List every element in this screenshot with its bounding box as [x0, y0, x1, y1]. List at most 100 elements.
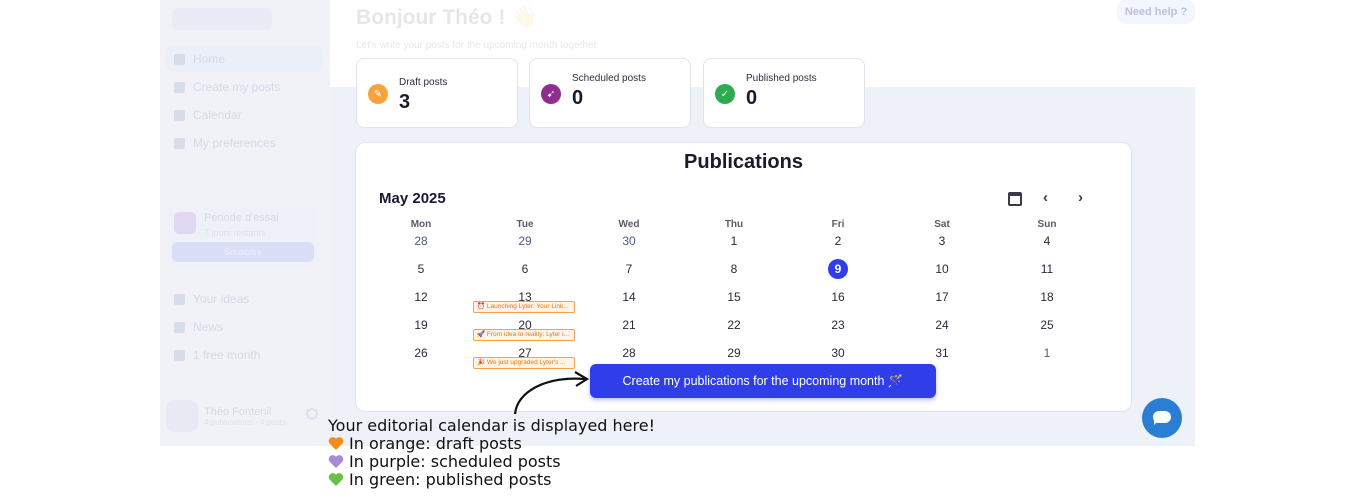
stat-value: 0	[572, 87, 584, 109]
annotation-line: Your editorial calendar is displayed her…	[328, 416, 655, 435]
calendar-day[interactable]: 30	[609, 233, 649, 249]
user-subtitle: 4 publications · 4 posts	[204, 417, 286, 427]
stat-card-scheduled: ➹ Scheduled posts 0	[529, 58, 691, 128]
draft-post-event[interactable]: 🎉 We just upgraded Lyter's ...	[473, 357, 575, 369]
weekday-header: Fri	[831, 219, 845, 230]
sidebar-item-ideas[interactable]: Your ideas	[166, 286, 322, 312]
avatar	[166, 400, 198, 432]
user-profile[interactable]: Théo Fontenil 4 publications · 4 posts	[166, 394, 322, 438]
calendar-day[interactable]: 2	[818, 233, 858, 249]
user-name: Théo Fontenil	[204, 405, 272, 418]
calendar-day[interactable]: 19	[401, 317, 441, 333]
weekday-header: Tue	[516, 219, 534, 230]
sidebar-item-create-posts[interactable]: Create my posts	[166, 74, 322, 100]
panel-title: Publications	[684, 151, 803, 173]
annotation-purple: In purple: scheduled posts	[328, 452, 561, 471]
annotation-text: In orange: draft posts	[349, 434, 522, 453]
calendar-day[interactable]: 1	[714, 233, 754, 249]
annotation-text: In green: published posts	[349, 470, 552, 489]
weekday-header: Mon	[410, 219, 432, 230]
calendar-day[interactable]: 7	[609, 261, 649, 277]
calendar-icon	[174, 109, 185, 121]
draft-post-event[interactable]: ⏰ Launching Lyter: Your Link...	[473, 301, 575, 313]
calendar-day[interactable]: 26	[401, 345, 441, 361]
purple-heart-icon	[328, 455, 344, 468]
calendar-day[interactable]: 18	[1027, 289, 1067, 305]
chat-button[interactable]	[1142, 398, 1182, 438]
logo	[172, 8, 272, 30]
lightbulb-icon	[174, 293, 185, 305]
stat-label: Scheduled posts	[572, 73, 646, 84]
calendar-day[interactable]: 31	[922, 345, 962, 361]
green-heart-icon	[328, 473, 344, 486]
calendar-day[interactable]: 15	[714, 289, 754, 305]
gift-icon	[174, 349, 185, 361]
chevron-right-icon[interactable]: ›	[1078, 189, 1083, 206]
sidebar-item-label: 1 free month	[193, 348, 261, 362]
sidebar-item-label: Your ideas	[193, 292, 250, 306]
sidebar: Home Create my posts Calendar My prefere…	[160, 0, 330, 446]
calendar-day[interactable]: 30	[818, 345, 858, 361]
gear-icon[interactable]	[306, 408, 318, 420]
news-icon	[174, 321, 185, 333]
trial-title: Période d'essai	[204, 212, 279, 224]
draft-post-event[interactable]: 🚀 From idea to reality: Lyter i...	[473, 329, 575, 341]
calendar-day[interactable]: 8	[714, 261, 754, 277]
calendar-day[interactable]: 24	[922, 317, 962, 333]
calendar-day[interactable]: 28	[401, 233, 441, 249]
calendar-day[interactable]: 29	[714, 345, 754, 361]
sidebar-item-calendar[interactable]: Calendar	[166, 102, 322, 128]
calendar-day[interactable]: 25	[1027, 317, 1067, 333]
orange-heart-icon	[328, 437, 344, 450]
sidebar-item-label: Create my posts	[193, 80, 281, 94]
sidebar-item-free-month[interactable]: 1 free month	[166, 342, 322, 368]
sidebar-item-label: News	[193, 320, 224, 334]
calendar-day[interactable]: 10	[922, 261, 962, 277]
calendar-day[interactable]: 23	[818, 317, 858, 333]
stat-value: 0	[746, 87, 758, 109]
stat-card-draft: ✎ Draft posts 3	[356, 58, 518, 128]
calendar-day[interactable]: 22	[714, 317, 754, 333]
weekday-header: Sat	[934, 219, 950, 230]
chevron-left-icon[interactable]: ‹	[1043, 189, 1048, 206]
sidebar-item-news[interactable]: News	[166, 314, 322, 340]
subscribe-button[interactable]: Souscrire	[172, 242, 314, 262]
calendar-day[interactable]: 3	[922, 233, 962, 249]
calendar-day[interactable]: 9	[828, 259, 848, 279]
sidebar-item-label: My preferences	[193, 136, 276, 150]
calendar-month: May 2025	[379, 190, 446, 207]
calendar-day[interactable]: 16	[818, 289, 858, 305]
create-publications-button[interactable]: Create my publications for the upcoming …	[590, 364, 936, 398]
pencil-icon: ✎	[368, 84, 388, 104]
sidebar-item-preferences[interactable]: My preferences	[166, 130, 322, 156]
annotation-green: In green: published posts	[328, 470, 551, 489]
calendar-day[interactable]: 14	[609, 289, 649, 305]
weekday-header: Wed	[618, 219, 640, 230]
trial-subtitle: 7 jours restants	[204, 228, 266, 238]
weekday-header: Sun	[1037, 219, 1057, 230]
arrow-icon	[513, 371, 590, 415]
sidebar-item-home[interactable]: Home	[166, 46, 322, 72]
calendar-day[interactable]: 28	[609, 345, 649, 361]
publications-panel: Publications May 2025 ‹ › Mon Tue Wed Thu Fr…	[355, 142, 1132, 412]
calendar-icon[interactable]	[1008, 192, 1022, 206]
sidebar-item-label: Home	[193, 52, 226, 66]
calendar-day[interactable]: 11	[1027, 261, 1067, 277]
calendar-day[interactable]: 4	[1027, 233, 1067, 249]
calendar-day[interactable]: 12	[401, 289, 441, 305]
settings-icon	[174, 137, 185, 149]
calendar-day[interactable]: 21	[609, 317, 649, 333]
calendar-day[interactable]: 6	[505, 261, 545, 277]
rocket-icon: ➹	[541, 84, 561, 104]
calendar-day[interactable]: 1	[1027, 345, 1067, 361]
calendar-day[interactable]: 17	[922, 289, 962, 305]
trial-card: Période d'essai 7 jours restants Souscri…	[168, 206, 318, 268]
stat-value: 3	[399, 91, 411, 113]
annotation-text: In purple: scheduled posts	[349, 452, 561, 471]
edit-icon	[174, 81, 185, 93]
help-button[interactable]: Need help ?	[1117, 0, 1195, 24]
sidebar-item-label: Calendar	[193, 108, 242, 122]
calendar-day[interactable]: 29	[505, 233, 545, 249]
calendar-day[interactable]: 5	[401, 261, 441, 277]
weekday-header: Thu	[724, 219, 744, 230]
